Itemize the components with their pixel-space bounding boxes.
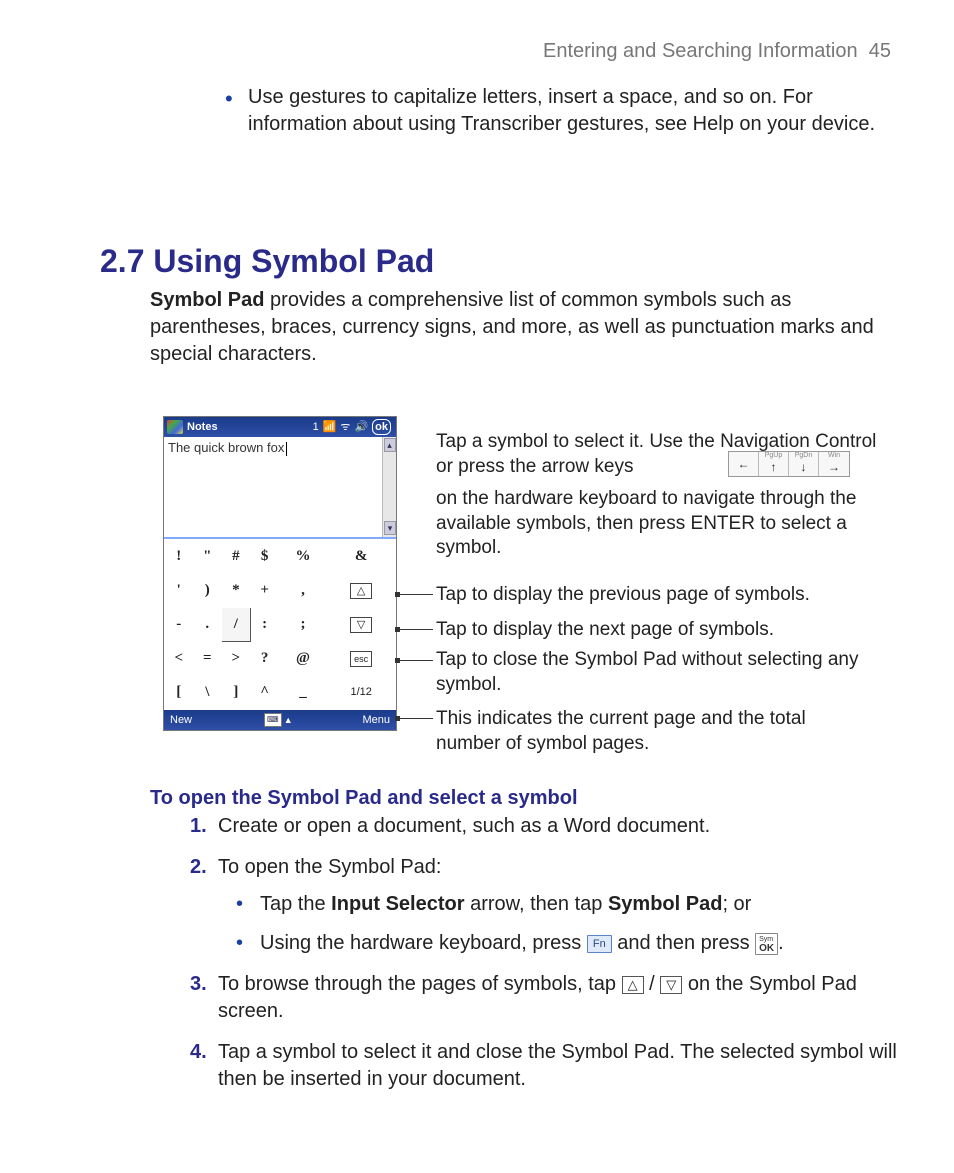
symbol-key-selected[interactable]: / [222,608,251,642]
signal-icon: 📶 [323,420,337,435]
callout-page-indicator: This indicates the current page and the … [436,707,866,756]
down-arrow-icon: ▽ [660,976,682,994]
scroll-up-icon[interactable]: ▴ [384,438,396,452]
section-number: 2.7 [100,243,144,279]
top-bullet: Use gestures to capitalize letters, inse… [210,84,900,138]
symbol-key[interactable]: _ [279,676,327,710]
step-2b: Using the hardware keyboard, press Fn an… [236,930,903,957]
volume-icon: 🔊 [354,420,368,435]
symbol-key[interactable]: = [193,642,222,676]
callout-prev-page: Tap to display the previous page of symb… [436,583,896,608]
menu-button[interactable]: Menu [362,713,390,728]
symbol-key[interactable]: ' [165,574,194,608]
fn-key-icon: Fn [587,935,612,953]
page-header: Entering and Searching Information 45 [543,38,891,65]
new-button[interactable]: New [170,713,192,728]
intro-lead: Symbol Pad [150,289,264,311]
input-selector-icon[interactable]: ⌨ [264,713,282,727]
connector-dot [395,716,400,721]
antenna-icon: ᯤ [340,420,350,435]
callout-esc: Tap to close the Symbol Pad without sele… [436,648,866,697]
symbol-key[interactable]: : [250,608,279,642]
intro-paragraph: Symbol Pad provides a comprehensive list… [150,287,900,368]
symbol-key[interactable]: < [165,642,194,676]
symbol-key[interactable]: \ [193,676,222,710]
ok-button[interactable]: ok [372,419,391,436]
scroll-down-icon[interactable]: ▾ [384,521,396,535]
input-selector-arrow-icon[interactable]: ▲ [284,714,293,726]
symbol-key[interactable]: * [222,574,251,608]
symbol-key[interactable]: + [250,574,279,608]
symbol-grid: ! " # $ % & ' ) * + , △ - . / : ; ▽ [164,539,396,710]
connector-dot [395,592,400,597]
connector-line [397,594,433,595]
up-arrow-icon: △ [622,976,644,994]
esc-button[interactable]: esc [327,642,396,676]
step-2-sublist: Tap the Input Selector arrow, then tap S… [236,891,903,957]
document-text: The quick brown fox [168,439,287,457]
step-3: 3. To browse through the pages of symbol… [190,971,903,1025]
connector-line [397,629,433,630]
symbol-key[interactable]: , [279,574,327,608]
step-text: Create or open a document, such as a Wor… [218,815,710,837]
start-icon [167,420,183,434]
header-title: Entering and Searching Information [543,40,858,62]
step-4: 4. Tap a symbol to select it and close t… [190,1039,903,1093]
callout-navigate: Tap a symbol to select it. Use the Navig… [436,430,896,479]
connector-line [397,660,433,661]
symbol-key[interactable]: [ [165,676,194,710]
step-number: 2. [190,854,207,881]
procedure-steps: 1. Create or open a document, such as a … [190,813,903,1107]
callout-next-page: Tap to display the next page of symbols. [436,618,896,643]
next-page-button[interactable]: ▽ [327,608,396,642]
symbol-key[interactable]: ^ [250,676,279,710]
symbol-key[interactable]: - [165,608,194,642]
symbol-key[interactable]: ! [165,540,194,574]
screenshot-titlebar: Notes 1 📶 ᯤ 🔊 ok [164,417,396,437]
page-number: 45 [869,40,891,62]
step-number: 4. [190,1039,207,1066]
step-2: 2. To open the Symbol Pad: Tap the Input… [190,854,903,957]
device-screenshot: Notes 1 📶 ᯤ 🔊 ok The quick brown fox ▴ ▾… [163,416,397,731]
document-area[interactable]: The quick brown fox ▴ ▾ [164,437,396,539]
procedure-heading: To open the Symbol Pad and select a symb… [150,785,578,812]
app-title: Notes [187,420,311,435]
symbol-key[interactable]: ? [250,642,279,676]
scrollbar[interactable]: ▴ ▾ [382,437,396,537]
connector-dot [395,658,400,663]
step-text: Tap a symbol to select it and close the … [218,1041,897,1090]
symbol-key[interactable]: ; [279,608,327,642]
connector-line [397,718,433,719]
step-text: To open the Symbol Pad: [218,856,441,878]
symbol-key[interactable]: > [222,642,251,676]
top-bullet-text: Use gestures to capitalize letters, inse… [210,84,900,138]
section-heading: 2.7 Using Symbol Pad [100,240,434,283]
count-label: 1 [313,420,319,435]
step-2a: Tap the Input Selector arrow, then tap S… [236,891,903,918]
step-1: 1. Create or open a document, such as a … [190,813,903,840]
symbol-key[interactable]: % [279,540,327,574]
step-number: 1. [190,813,207,840]
symbol-key[interactable]: # [222,540,251,574]
symbol-key[interactable]: " [193,540,222,574]
prev-page-button[interactable]: △ [327,574,396,608]
connector-dot [395,627,400,632]
symbol-key[interactable]: & [327,540,396,574]
symbol-key[interactable]: @ [279,642,327,676]
page-indicator: 1/12 [327,676,396,710]
screenshot-bottombar: New ⌨▲ Menu [164,710,396,730]
symbol-key[interactable]: ) [193,574,222,608]
sym-ok-key-icon: Sym OK [755,933,778,955]
callout-navigate-cont: on the hardware keyboard to navigate thr… [436,487,896,561]
step-number: 3. [190,971,207,998]
section-title: Using Symbol Pad [153,243,434,279]
symbol-key[interactable]: $ [250,540,279,574]
symbol-key[interactable]: . [193,608,222,642]
symbol-key[interactable]: ] [222,676,251,710]
